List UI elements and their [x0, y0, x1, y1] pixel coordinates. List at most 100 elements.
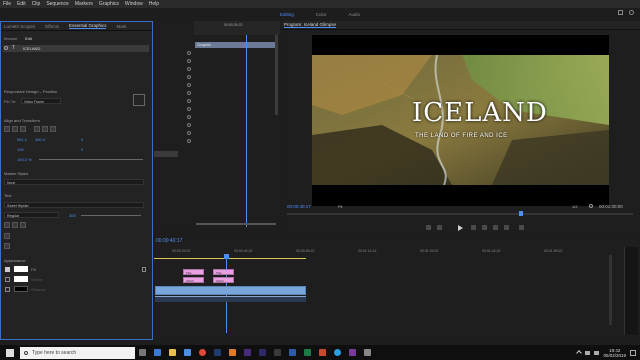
step-back-icon[interactable] — [437, 225, 442, 230]
task-view-icon[interactable] — [139, 349, 146, 356]
subtab-browse[interactable]: Browse — [4, 36, 17, 41]
workspace-editing[interactable]: Editing — [280, 12, 294, 17]
tab-effects[interactable]: Effects — [45, 24, 59, 29]
clock[interactable]: 19:42 05/02/2019 — [603, 348, 626, 358]
align-bottom-icon[interactable] — [50, 126, 56, 132]
after-effects-icon[interactable] — [259, 349, 266, 356]
menu-clip[interactable]: Clip — [32, 1, 41, 7]
pin-grid-icon[interactable] — [133, 94, 145, 106]
keyframe-icon[interactable] — [187, 107, 191, 111]
edge-icon[interactable] — [154, 349, 161, 356]
quality-dropdown[interactable]: 1/2 — [572, 204, 578, 209]
align-top-icon[interactable] — [34, 126, 40, 132]
timeline-timecode[interactable]: 00:00:40:17 — [156, 238, 182, 244]
timeline-playhead-handle[interactable] — [224, 254, 229, 259]
taskbar-search[interactable]: Type here to search — [20, 346, 135, 359]
audio-clip[interactable] — [155, 296, 306, 302]
graphic-clip-title-2[interactable]: Title — [213, 269, 234, 275]
opacity-value[interactable]: 100.0 % — [17, 157, 32, 162]
powerpoint-icon[interactable] — [319, 349, 326, 356]
tracking-icon[interactable] — [4, 233, 10, 239]
graphic-clip-glitch-1[interactable]: Glitch — [183, 277, 204, 283]
effect-controls-scrollbar[interactable] — [275, 35, 278, 115]
align-left-icon[interactable] — [4, 126, 10, 132]
play-icon[interactable] — [458, 225, 463, 231]
keyframe-icon[interactable] — [187, 83, 191, 87]
word-icon[interactable] — [289, 349, 296, 356]
tab-essential-graphics[interactable]: Essential Graphics — [68, 23, 107, 29]
button-editor-icon[interactable] — [519, 225, 524, 230]
rotation-value[interactable]: 0 — [81, 147, 83, 152]
fill-checkbox[interactable] — [5, 267, 10, 272]
eye-icon[interactable] — [4, 46, 8, 50]
text-align-left-icon[interactable] — [4, 222, 10, 228]
extract-icon[interactable] — [493, 225, 498, 230]
position-y-value[interactable]: 450.4 — [35, 137, 45, 142]
mark-in-icon[interactable] — [426, 225, 431, 230]
settings-icon[interactable] — [589, 204, 593, 208]
opacity-slider[interactable] — [39, 159, 143, 160]
shadow-checkbox[interactable] — [5, 287, 10, 292]
workspace-color[interactable]: Color — [316, 12, 327, 17]
workspace-audio[interactable]: Audio — [349, 12, 361, 17]
layer-row[interactable]: T ICELAND — [3, 45, 149, 52]
graphic-clip-bar[interactable]: Graphic — [195, 42, 275, 48]
eyedropper-icon[interactable] — [142, 267, 146, 272]
network-icon[interactable] — [585, 350, 591, 355]
scale-value[interactable]: 100 — [17, 147, 24, 152]
stroke-swatch[interactable] — [14, 276, 28, 282]
explorer-icon[interactable] — [169, 349, 176, 356]
tray-chevron-icon[interactable] — [576, 349, 583, 356]
menu-file[interactable]: File — [3, 1, 11, 7]
keyframe-icon[interactable] — [187, 91, 191, 95]
keyframe-icon[interactable] — [187, 115, 191, 119]
text-align-right-icon[interactable] — [20, 222, 26, 228]
font-size-slider[interactable] — [81, 215, 141, 216]
start-icon[interactable] — [6, 348, 14, 357]
photoshop-icon[interactable] — [214, 349, 221, 356]
font-style-dropdown[interactable]: Regular — [4, 212, 59, 218]
effect-controls-playhead[interactable] — [246, 35, 247, 227]
keyframe-icon[interactable] — [187, 51, 191, 55]
graphic-clip-glitch-2[interactable]: Glitch — [213, 277, 234, 283]
program-playhead[interactable] — [519, 211, 523, 216]
lift-icon[interactable] — [482, 225, 487, 230]
volume-icon[interactable] — [594, 350, 600, 355]
menu-help[interactable]: Help — [149, 1, 159, 7]
font-dropdown[interactable]: Sweet Hipster — [4, 202, 144, 208]
keyframe-icon[interactable] — [187, 75, 191, 79]
timeline-scrollbar[interactable] — [609, 255, 612, 325]
align-center-icon[interactable] — [12, 126, 18, 132]
menu-sequence[interactable]: Sequence — [46, 1, 69, 7]
fit-dropdown[interactable]: Fit — [338, 204, 342, 209]
keyframe-icon[interactable] — [187, 99, 191, 103]
effect-controls-ruler[interactable]: 00:00:39:22 — [194, 21, 280, 35]
font-size-value[interactable]: 300 — [69, 213, 76, 218]
illustrator-icon[interactable] — [229, 349, 236, 356]
faux-bold-icon[interactable] — [4, 243, 10, 249]
program-timecode-current[interactable]: 00:00:40:17 — [287, 204, 311, 209]
media-encoder-icon[interactable] — [274, 349, 281, 356]
tab-markers[interactable]: Mark — [116, 24, 126, 29]
position-x-value[interactable]: 961.1 — [17, 137, 27, 142]
graphic-clip-title-1[interactable]: Title — [183, 269, 204, 275]
home-icon[interactable] — [618, 10, 623, 15]
keyframe-icon[interactable] — [187, 131, 191, 135]
menu-markers[interactable]: Markers — [75, 1, 93, 7]
program-scrub-bar[interactable] — [287, 213, 633, 215]
shadow-swatch[interactable] — [14, 286, 28, 292]
notification-icon[interactable] — [630, 349, 636, 356]
store-icon[interactable] — [184, 349, 191, 356]
text-align-center-icon[interactable] — [12, 222, 18, 228]
work-area-bar[interactable] — [154, 258, 306, 259]
chrome-icon[interactable] — [199, 349, 206, 356]
video-clip[interactable] — [155, 286, 306, 295]
keyframe-icon[interactable] — [187, 59, 191, 63]
search-icon[interactable] — [629, 10, 634, 15]
program-video-frame[interactable]: ICELAND THE LAND OF FIRE AND ICE — [312, 35, 609, 206]
settings-icon[interactable] — [364, 349, 371, 356]
align-right-icon[interactable] — [20, 126, 26, 132]
keyframe-icon[interactable] — [187, 139, 191, 143]
premiere-icon[interactable] — [244, 349, 251, 356]
onenote-icon[interactable] — [349, 349, 356, 356]
